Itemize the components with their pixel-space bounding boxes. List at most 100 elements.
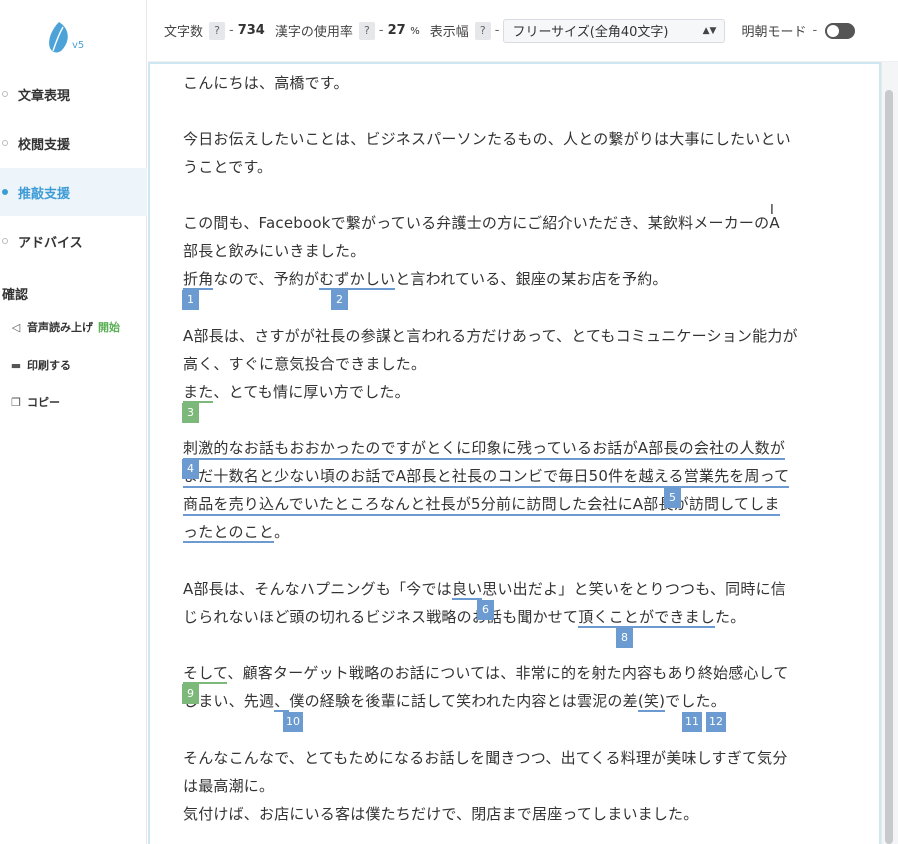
- text-line: じられないほど頭の切れるビジネス戦略のお話も聞かせて頂くことができました。: [183, 606, 746, 628]
- kanji-rate-unit: %: [410, 26, 420, 37]
- nav-item-expression[interactable]: 文章表現: [0, 70, 147, 118]
- copy-button[interactable]: ❐ コピー: [10, 394, 60, 410]
- nav-item-label: アドバイス: [18, 235, 83, 251]
- display-width-select[interactable]: フリーサイズ(全角40文字) ▲▼: [503, 18, 726, 43]
- text-line: また、とても情に厚い方でした。: [183, 381, 410, 403]
- text-span: 思い出だよ」と笑いをとりつつも、同時に信: [482, 580, 786, 598]
- separator: -: [812, 23, 818, 38]
- flagged-phrase[interactable]: 良い: [451, 580, 483, 600]
- separator: -: [494, 23, 500, 38]
- text-line: ったとのこと。: [183, 521, 290, 543]
- copy-label: コピー: [27, 396, 60, 409]
- printer-icon: ▬: [10, 358, 22, 372]
- flagged-phrase[interactable]: また: [183, 383, 214, 403]
- nav-item-proofreading[interactable]: 校閲支援: [0, 119, 147, 167]
- mincho-mode-toggle[interactable]: [825, 22, 856, 39]
- text-span: じられないほど頭の切れるビジネス戦略のお話も聞かせて: [183, 608, 579, 626]
- text-line: は最高潮に。: [183, 777, 275, 795]
- char-count-value: 734: [237, 23, 265, 38]
- nav-item-label: 校閲支援: [18, 137, 71, 153]
- print-button[interactable]: ▬ 印刷する: [10, 357, 71, 373]
- suggestion-badge[interactable]: 5: [664, 488, 681, 508]
- text-line: A部長は、さすがが社長の参謀と言われる方だけあって、とてもコミュニケーション能力…: [183, 327, 798, 345]
- nav-item-label: 文章表現: [18, 88, 71, 104]
- text-span: A部長は、そんなハプニングも「今では: [183, 580, 452, 598]
- text-span: なので、予約が: [213, 270, 320, 288]
- display-width-label: 表示幅: [429, 25, 469, 40]
- text-line: 部長と飲みにいきました。: [183, 242, 366, 260]
- flagged-phrase[interactable]: 折角: [183, 270, 214, 290]
- suggestion-badge[interactable]: 2: [331, 290, 348, 310]
- flagged-phrase[interactable]: (笑): [637, 692, 666, 712]
- kanji-rate-label: 漢字の使用率: [274, 25, 353, 40]
- flagged-phrase[interactable]: むずかしい: [319, 270, 396, 290]
- scrollbar-thumb[interactable]: [885, 90, 893, 844]
- read-aloud-start-link[interactable]: 開始: [98, 319, 120, 335]
- leaf-icon: [49, 22, 68, 53]
- nav-dot-icon: [2, 238, 8, 244]
- display-width-help-button[interactable]: ?: [474, 21, 491, 40]
- kanji-rate-help-button[interactable]: ?: [358, 21, 375, 40]
- text-span: 、顧客ターゲット戦略のお話については、非常に的を射た内容もあり終始感心して: [227, 664, 789, 682]
- suggestion-badge[interactable]: 9: [182, 684, 199, 704]
- stats-toolbar: 文字数 ? - 734 漢字の使用率 ? - 27 % 表示幅 ? - フリーサ…: [148, 0, 898, 62]
- text-cursor-icon: I: [770, 203, 774, 218]
- flagged-phrase[interactable]: そして: [183, 664, 228, 684]
- separator: -: [378, 23, 384, 38]
- suggestion-badge[interactable]: 6: [477, 600, 494, 620]
- app-version: v5: [72, 40, 85, 51]
- text-line: A部長は、そんなハプニングも「今では良い思い出だよ」と笑いをとりつつも、同時に信: [183, 578, 786, 600]
- text-line: 気付けば、お店にいる客は僕たちだけで、閉店まで居座ってしまいました。: [183, 805, 699, 823]
- text-line: そんなこんなで、とてもためになるお話しを聞きつつ、出てくる料理が美味しすぎて気分: [183, 749, 788, 767]
- select-arrows-icon: ▲▼: [702, 25, 717, 36]
- char-count-label: 文字数: [164, 25, 204, 40]
- text-line: この間も、Facebookで繋がっている弁護士の方にご紹介いただき、某飲料メーカ…: [183, 214, 780, 232]
- copy-icon: ❐: [11, 395, 21, 409]
- text-span: と言われている、銀座の某お店を予約。: [395, 270, 668, 288]
- nav-dot-icon: [2, 189, 8, 195]
- suggestion-badge[interactable]: 12: [706, 712, 726, 732]
- read-aloud-label: 音声読み上げ: [27, 321, 93, 334]
- text-span: 。: [274, 523, 290, 541]
- text-line: しまい、先週、僕の経験を後輩に話して笑われた内容とは雲泥の差(笑)でした。: [183, 690, 726, 712]
- text-line: 折角なので、予約がむずかしいと言われている、銀座の某お店を予約。: [183, 268, 668, 290]
- app-logo: v5: [44, 20, 90, 56]
- suggestion-badge[interactable]: 11: [682, 712, 702, 732]
- flagged-sentence-line[interactable]: まだ十数名と少ない頃のお話でA部長と社長のコンビで毎日50件を越える営業先を周っ…: [183, 465, 790, 488]
- editor-scrollbar[interactable]: [881, 62, 898, 844]
- kanji-rate-number: 27: [387, 23, 406, 38]
- suggestion-badge[interactable]: 1: [182, 290, 199, 310]
- print-label: 印刷する: [27, 359, 71, 372]
- suggestion-badge[interactable]: 8: [616, 628, 633, 648]
- text-span: た。: [715, 608, 746, 626]
- suggestion-badge[interactable]: 4: [182, 459, 199, 479]
- separator: -: [229, 23, 234, 38]
- flagged-phrase[interactable]: 、: [274, 692, 290, 712]
- suggestion-badge[interactable]: 10: [283, 712, 303, 732]
- nav-item-label: 推敲支援: [18, 186, 71, 202]
- read-aloud-button[interactable]: ◁ 音声読み上げ 開始: [10, 319, 120, 335]
- text-line: 今日お伝えしたいことは、ビジネスパーソンたるもの、人との繋がりは大事にしたいとい: [183, 130, 791, 148]
- flagged-phrase[interactable]: 頂くことができまし: [578, 608, 716, 628]
- text-span: でした。: [665, 692, 726, 710]
- nav-dot-icon: [2, 91, 8, 97]
- flagged-sentence-line[interactable]: 商品を売り込んでいたところなんと社長が5分前に訪問した会社にA部長が訪問してしま: [183, 493, 780, 516]
- text-line: うことです。: [183, 158, 273, 176]
- speaker-icon: ◁: [11, 320, 21, 334]
- text-line: こんにちは、高橋です。: [183, 74, 349, 92]
- flagged-phrase[interactable]: ったとのこと: [183, 523, 275, 543]
- text-line: 高く、すぐに意気投合できました。: [183, 355, 427, 373]
- suggestion-badge[interactable]: 3: [182, 403, 199, 423]
- flagged-sentence-line[interactable]: 刺激的なお話もおおかったのですがとくに印象に残っているお話がA部長の会社の人数が: [183, 437, 786, 460]
- sidebar: v5 文章表現 校閲支援 推敲支援 アドバイス 確認 ◁ 音声読み上げ 開始 ▬…: [0, 0, 147, 844]
- display-width-value: フリーサイズ(全角40文字): [512, 25, 669, 40]
- mincho-mode-label: 明朝モード: [741, 25, 807, 40]
- nav-item-advice[interactable]: アドバイス: [0, 217, 147, 265]
- char-count-help-button[interactable]: ?: [209, 21, 226, 40]
- confirm-section-title: 確認: [2, 288, 29, 303]
- text-span: 僕の経験を後輩に話して笑われた内容とは雲泥の差: [289, 692, 638, 710]
- kanji-rate-value: 27 %: [388, 23, 420, 38]
- text-span: 、とても情に厚い方でした。: [213, 383, 410, 401]
- nav-item-refinement[interactable]: 推敲支援: [0, 168, 147, 216]
- text-line: そして、顧客ターゲット戦略のお話については、非常に的を射た内容もあり終始感心して: [183, 662, 789, 684]
